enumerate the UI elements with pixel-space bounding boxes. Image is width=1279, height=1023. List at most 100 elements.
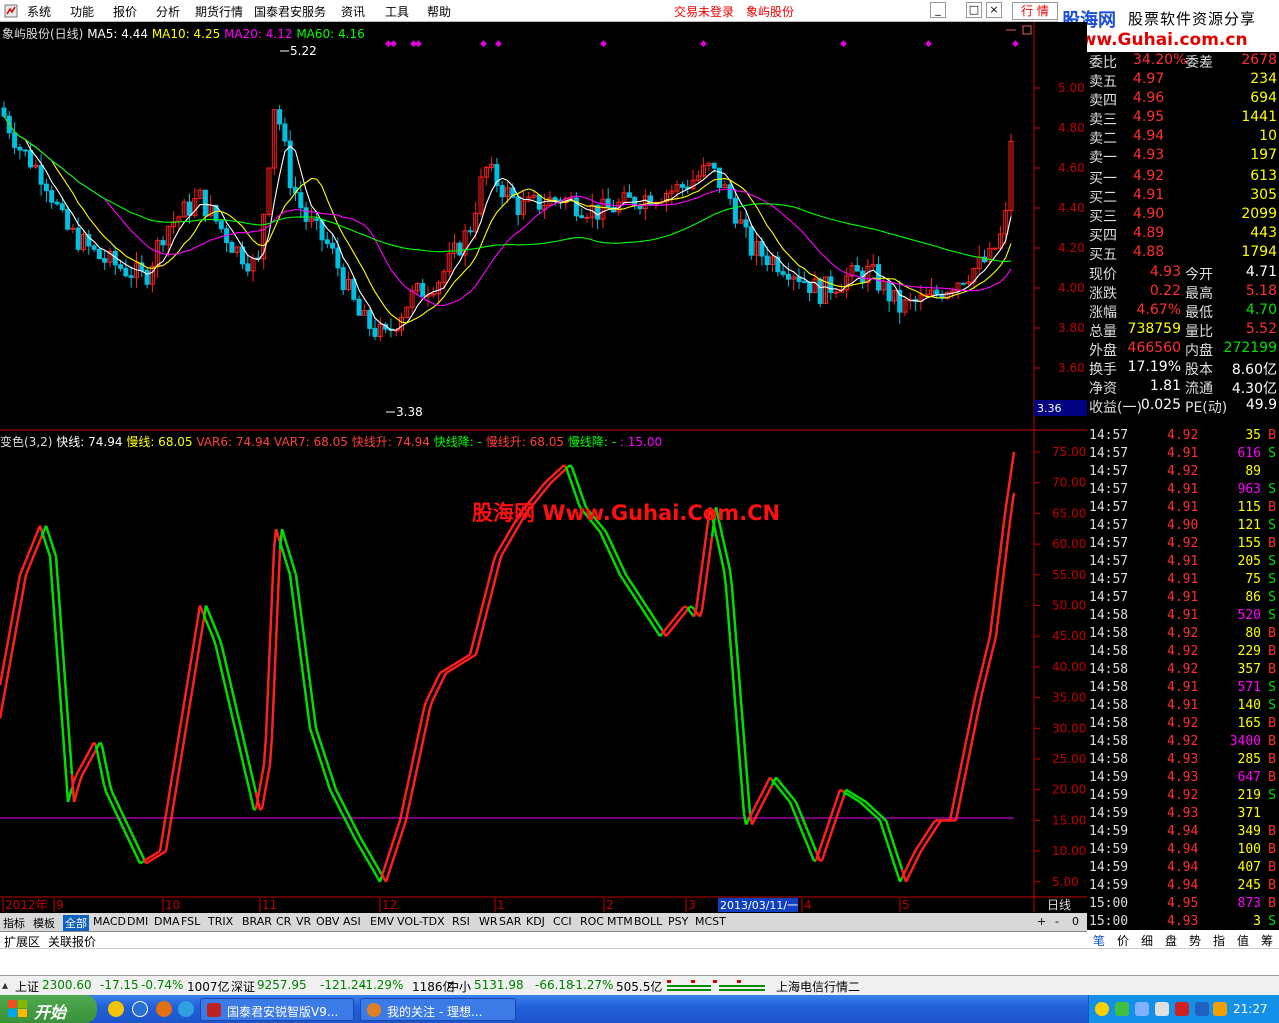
- clock[interactable]: 21:27: [1233, 1002, 1268, 1016]
- menu-analysis[interactable]: 分析: [156, 3, 180, 20]
- slow-line-down: [294, 574, 300, 591]
- indicator-tab-vr[interactable]: VR: [296, 915, 311, 928]
- buy-row[interactable]: 买三 4.90 2099: [1087, 206, 1279, 225]
- right-tab[interactable]: 盘: [1165, 932, 1177, 949]
- login-status[interactable]: 交易未登录: [674, 3, 734, 20]
- start-button[interactable]: 开始: [0, 995, 97, 1023]
- tick-list[interactable]: 14:57 4.92 35 B 14:57 4.91 616 S 14:57 4.92 89 14:5…: [1087, 428, 1279, 930]
- indicator-tab-全部[interactable]: 全部: [63, 915, 89, 931]
- tray-icon[interactable]: [1095, 1002, 1109, 1016]
- slow-line-up: [256, 801, 262, 811]
- indicator-tab-brar[interactable]: BRAR: [242, 915, 272, 928]
- indicator-tab-roc[interactable]: ROC: [580, 915, 604, 928]
- fast-line-down: [798, 826, 804, 832]
- sell-row[interactable]: 卖一 4.93 197: [1087, 147, 1279, 166]
- sell-row[interactable]: 卖五 4.97 234: [1087, 71, 1279, 90]
- zoom-in-button[interactable]: +: [1037, 915, 1046, 928]
- indicator-tab-cr[interactable]: CR: [276, 915, 291, 928]
- right-tab[interactable]: 笔: [1093, 932, 1105, 949]
- menu-help[interactable]: 帮助: [427, 3, 451, 20]
- fast-line-down: [294, 620, 300, 637]
- chart-canvas[interactable]: 5.00 4.80 4.60 4.40 4.20 4.00 3.80 3.60 75.00 70.…: [0, 22, 1087, 930]
- quote-mode-button[interactable]: 行 情: [1012, 2, 1058, 20]
- maximize-button[interactable]: □: [966, 2, 982, 18]
- slow-line-down: [354, 828, 360, 834]
- minimize-button[interactable]: _: [930, 2, 946, 18]
- indicator-tab-rsi[interactable]: RSI: [452, 915, 470, 928]
- menu-quote[interactable]: 报价: [113, 3, 137, 20]
- indicator-name[interactable]: 变色(3,2): [0, 435, 52, 449]
- indicator-tab-指标[interactable]: 指标: [3, 915, 25, 931]
- indicator-tab-asi[interactable]: ASI: [343, 915, 361, 928]
- tray-icon[interactable]: [1175, 1002, 1189, 1016]
- stat-row: 总量 738759 量比 5.52: [1087, 321, 1279, 340]
- right-tab[interactable]: 筹: [1261, 932, 1273, 949]
- tray-icon[interactable]: [1213, 1002, 1227, 1016]
- slow-line-up: [683, 610, 687, 615]
- quicklaunch-icon[interactable]: [108, 1001, 124, 1017]
- indicator-tab-macd[interactable]: MACD: [93, 915, 126, 928]
- tray-icon[interactable]: [1155, 1002, 1169, 1016]
- menu-news[interactable]: 资讯: [341, 3, 365, 20]
- quicklaunch-icon[interactable]: [156, 1001, 172, 1017]
- indicator-tab-trix[interactable]: TRIX: [208, 915, 233, 928]
- buy-row[interactable]: 买一 4.92 613: [1087, 168, 1279, 187]
- indicator-tab-boll[interactable]: BOLL: [634, 915, 662, 928]
- sell-row[interactable]: 卖三 4.95 1441: [1087, 109, 1279, 128]
- quicklaunch-icon[interactable]: [178, 1001, 194, 1017]
- menu-function[interactable]: 功能: [70, 3, 94, 20]
- fast-line-down: [304, 697, 310, 714]
- buy-row[interactable]: 买五 4.88 1794: [1087, 244, 1279, 263]
- tick-price: 4.94: [1167, 842, 1199, 857]
- indicator-tab-obv[interactable]: OBV: [316, 915, 339, 928]
- indicator-tab-mcst[interactable]: MCST: [695, 915, 726, 928]
- sell-row[interactable]: 卖二 4.94 10: [1087, 128, 1279, 147]
- zoom-out-button[interactable]: -: [1055, 915, 1059, 928]
- slow-line-up: [14, 618, 20, 631]
- menu-futures[interactable]: 期货行情: [195, 3, 243, 20]
- tray-icon[interactable]: [1195, 1002, 1209, 1016]
- indicator-tab-vol-tdx[interactable]: VOL-TDX: [397, 915, 445, 928]
- sme-index-label[interactable]: 中小: [447, 978, 471, 995]
- close-button[interactable]: ×: [986, 2, 1002, 18]
- slow-line-up: [924, 839, 930, 845]
- indicator-tab-dmi[interactable]: DMI: [127, 915, 148, 928]
- tray-icon[interactable]: [1135, 1002, 1149, 1016]
- tray-icon[interactable]: [1115, 1002, 1129, 1016]
- sh-index-label[interactable]: 上证: [15, 978, 39, 995]
- slow-line-down: [58, 610, 64, 639]
- indicator-tab-sar[interactable]: SAR: [499, 915, 521, 928]
- sell-row[interactable]: 卖四 4.96 694: [1087, 90, 1279, 109]
- fast-line-down: [56, 665, 62, 693]
- right-tab[interactable]: 指: [1213, 932, 1225, 949]
- server-status[interactable]: 上海电信行情二: [776, 978, 860, 995]
- slow-line-up: [675, 620, 679, 625]
- sz-index-label[interactable]: 深证: [231, 978, 255, 995]
- menu-broker-service[interactable]: 国泰君安服务: [254, 3, 326, 20]
- fast-line-down: [134, 854, 140, 860]
- indicator-tab-dma[interactable]: DMA: [154, 915, 180, 928]
- menu-system[interactable]: 系统: [27, 3, 51, 20]
- right-tab[interactable]: 价: [1117, 932, 1129, 949]
- quicklaunch-icon[interactable]: [132, 1001, 148, 1017]
- slow-line-down: [650, 614, 656, 619]
- indicator-tab-kdj[interactable]: KDJ: [526, 915, 545, 928]
- indicator-tab-fsl[interactable]: FSL: [181, 915, 200, 928]
- right-tab[interactable]: 值: [1237, 932, 1249, 949]
- indicator-tab-emv[interactable]: EMV: [370, 915, 394, 928]
- indicator-tab-mtm[interactable]: MTM: [607, 915, 633, 928]
- indicator-tab-wr[interactable]: WR: [479, 915, 498, 928]
- taskbar-window-gtja[interactable]: 国泰君安锐智版V9...: [200, 998, 354, 1021]
- chart-area[interactable]: 5.00 4.80 4.60 4.40 4.20 4.00 3.80 3.60 75.00 70.…: [0, 22, 1087, 930]
- indicator-tab-cci[interactable]: CCI: [553, 915, 572, 928]
- menu-tools[interactable]: 工具: [385, 3, 409, 20]
- right-tab[interactable]: 势: [1189, 932, 1201, 949]
- buy-row[interactable]: 买四 4.89 443: [1087, 225, 1279, 244]
- indicator-tab-psy[interactable]: PSY: [668, 915, 688, 928]
- taskbar-window-browser[interactable]: 我的关注 - 理想...: [360, 998, 516, 1021]
- period-label[interactable]: 日线: [1047, 898, 1071, 912]
- right-tab[interactable]: 细: [1141, 932, 1153, 949]
- zoom-reset-button[interactable]: 0: [1072, 915, 1079, 928]
- buy-row[interactable]: 买二 4.91 305: [1087, 187, 1279, 206]
- indicator-tab-模板[interactable]: 模板: [33, 915, 55, 931]
